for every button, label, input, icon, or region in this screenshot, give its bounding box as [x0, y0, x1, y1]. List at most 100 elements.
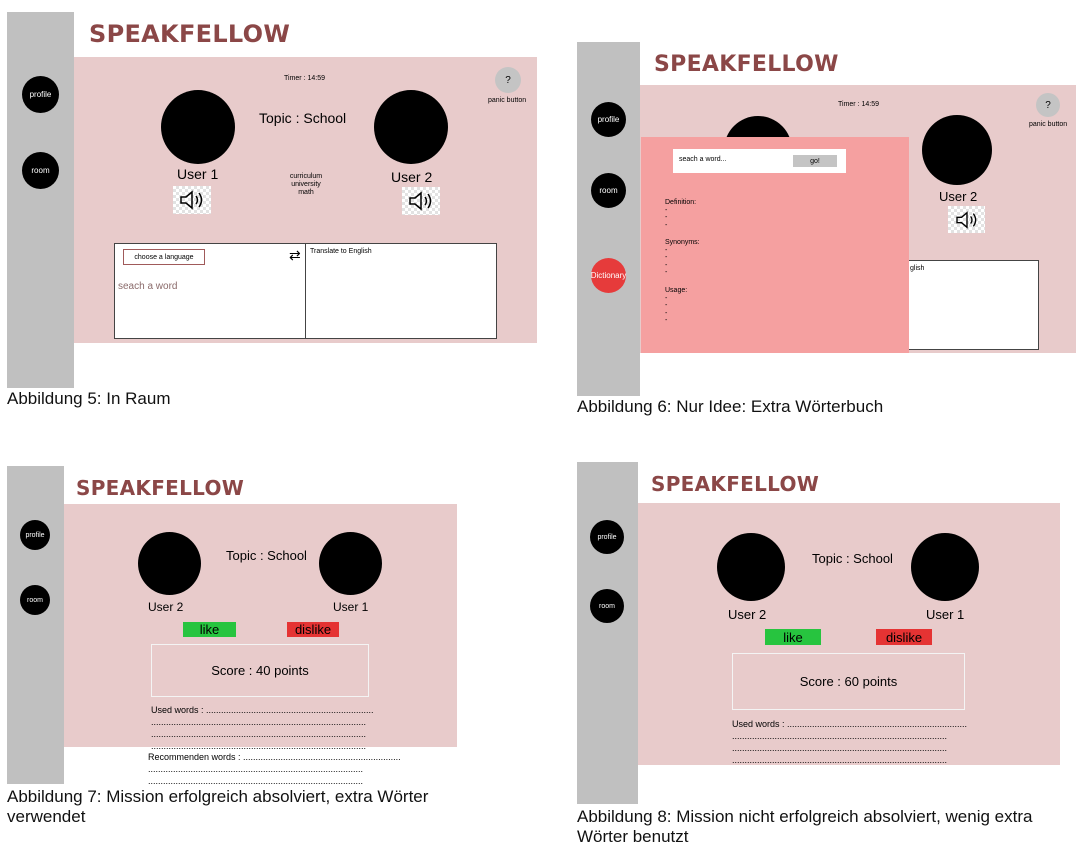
- brand-title: SPEAKFELLOW: [654, 52, 839, 77]
- nav-room-button[interactable]: room: [20, 585, 50, 615]
- swap-language-icon[interactable]: ⇄: [289, 247, 301, 264]
- definition-placeholder: -: [665, 206, 668, 214]
- topic-label: Topic : School: [259, 110, 347, 126]
- figure-caption: Abbildung 8: Mission nicht erfolgreich a…: [577, 807, 1032, 847]
- user-2-speaker[interactable]: [948, 206, 985, 233]
- used-words-label: Used words : ...........................…: [732, 719, 968, 729]
- caption-line: Abbildung 8: Mission nicht erfolgreich a…: [577, 807, 1033, 826]
- definition-label: Definition:: [665, 199, 697, 206]
- timer: Timer : 14:59: [284, 75, 325, 82]
- nav-profile-button[interactable]: profile: [20, 520, 50, 550]
- topic-label: Topic : School: [812, 551, 893, 566]
- user-1-avatar: [319, 532, 382, 595]
- user-1-speaker[interactable]: [173, 186, 211, 214]
- dotted-line: ........................................…: [732, 731, 948, 741]
- speaker-icon: [955, 210, 976, 229]
- synonym-placeholder: -: [665, 261, 668, 269]
- usage-label: Usage:: [665, 287, 688, 294]
- usage-placeholder: -: [665, 294, 668, 302]
- user-2-avatar: [138, 532, 201, 595]
- user-1-label: User 1: [333, 600, 369, 614]
- user-2-speaker[interactable]: [402, 187, 440, 215]
- user-2-label: User 2: [728, 607, 767, 622]
- brand-title: SPEAKFELLOW: [89, 20, 291, 48]
- like-button[interactable]: like: [183, 622, 236, 637]
- caption-line: verwendet: [7, 807, 86, 826]
- nav-room-button[interactable]: room: [591, 173, 626, 208]
- user-1-avatar: [911, 533, 979, 601]
- translate-target-label: glish: [910, 265, 925, 272]
- nav-profile-button[interactable]: profile: [590, 520, 624, 554]
- user-2-label: User 2: [148, 600, 184, 614]
- panic-button-label: panic button: [1029, 121, 1068, 128]
- recommended-words-list: Recommenden words : ....................…: [148, 751, 408, 787]
- topic-word: university: [291, 181, 321, 188]
- definition-section: Definition: - - -: [665, 199, 696, 229]
- translator-output-panel: [905, 260, 1039, 350]
- translator-output-panel: [305, 243, 497, 339]
- dotted-line: ........................................…: [151, 717, 367, 727]
- like-button[interactable]: like: [765, 629, 821, 645]
- user-2-avatar: [717, 533, 785, 601]
- definition-placeholder: -: [665, 214, 668, 221]
- search-word-input[interactable]: seach a word: [118, 281, 177, 292]
- caption-line: Abbildung 7: Mission erfolgreich absolvi…: [7, 787, 429, 806]
- sidebar: [577, 42, 640, 396]
- topic-word: curriculum: [289, 173, 323, 180]
- user-1-label: User 1: [926, 607, 965, 622]
- caption-line: Wörter benutzt: [577, 827, 689, 846]
- dictionary-search-input[interactable]: seach a word...: [679, 156, 726, 163]
- dotted-line: ........................................…: [732, 755, 948, 765]
- panic-button[interactable]: ?: [495, 67, 521, 93]
- dotted-line: ........................................…: [732, 743, 948, 753]
- used-words-list: Used words : ...........................…: [732, 718, 969, 766]
- recommended-words-label: Recommenden words : ....................…: [148, 752, 401, 762]
- usage-section: Usage: - - - -: [665, 287, 687, 325]
- nav-profile-button[interactable]: profile: [22, 76, 59, 113]
- figure-caption: Abbildung 6: Nur Idee: Extra Wörterbuch: [577, 397, 884, 416]
- sidebar: [577, 462, 638, 804]
- brand-title: SPEAKFELLOW: [76, 476, 245, 500]
- synonym-placeholder: -: [665, 246, 668, 254]
- dislike-button[interactable]: dislike: [287, 622, 339, 637]
- synonyms-section: Synonyms: - - - -: [665, 239, 700, 277]
- nav-profile-button[interactable]: profile: [591, 102, 626, 137]
- usage-placeholder: -: [665, 302, 668, 309]
- figure-caption: Abbildung 7: Mission erfolgreich absolvi…: [7, 787, 428, 827]
- speaker-icon: [180, 190, 203, 210]
- dotted-line: ........................................…: [148, 776, 364, 786]
- speaker-icon: [409, 191, 432, 211]
- user-2-avatar: [922, 115, 992, 185]
- dislike-button[interactable]: dislike: [876, 629, 932, 645]
- dotted-line: ........................................…: [151, 729, 367, 739]
- usage-placeholder: -: [665, 309, 668, 317]
- choose-language-button[interactable]: choose a language: [123, 249, 205, 265]
- translate-target-label: Translate to English: [310, 248, 372, 255]
- sidebar: [7, 466, 64, 784]
- usage-placeholder: -: [665, 317, 668, 324]
- used-words-list: Used words : ...........................…: [151, 704, 373, 752]
- score-box: Score : 40 points: [151, 644, 369, 697]
- user-2-label: User 2: [391, 169, 433, 185]
- score-box: Score : 60 points: [732, 653, 965, 710]
- user-1-avatar: [161, 90, 235, 164]
- dotted-line: ........................................…: [148, 764, 364, 774]
- synonym-placeholder: -: [665, 269, 668, 276]
- used-words-label: Used words : ...........................…: [151, 705, 373, 715]
- panic-button[interactable]: ?: [1036, 93, 1060, 117]
- nav-room-button[interactable]: room: [22, 152, 59, 189]
- user-2-label: User 2: [939, 189, 978, 204]
- panic-button-label: panic button: [488, 97, 527, 104]
- user-2-avatar: [374, 90, 448, 164]
- nav-room-button[interactable]: room: [590, 589, 624, 623]
- dictionary-go-button[interactable]: go!: [793, 155, 837, 167]
- figure-caption: Abbildung 5: In Raum: [7, 389, 171, 408]
- synonyms-label: Synonyms:: [665, 239, 700, 246]
- topic-word-list: curriculum university math: [276, 173, 336, 197]
- sidebar: [7, 12, 74, 388]
- synonym-placeholder: -: [665, 254, 668, 261]
- user-1-label: User 1: [177, 166, 219, 182]
- brand-title: SPEAKFELLOW: [651, 472, 820, 496]
- timer: Timer : 14:59: [838, 101, 879, 108]
- nav-dictionary-button[interactable]: Dictionary: [591, 258, 626, 293]
